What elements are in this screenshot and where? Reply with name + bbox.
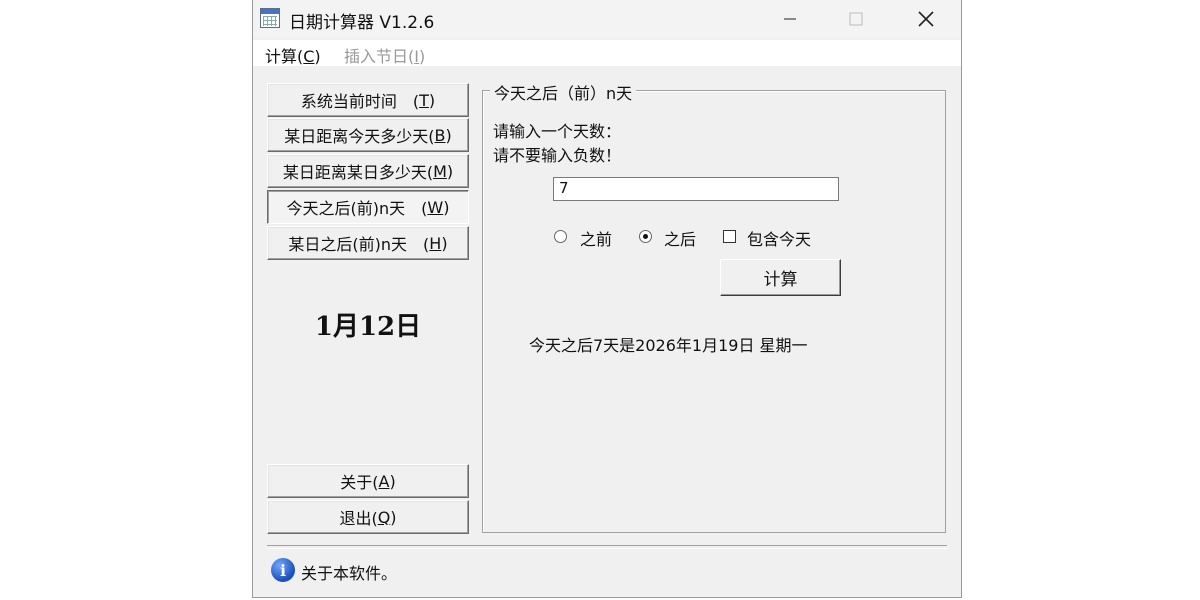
close-button[interactable] xyxy=(901,0,951,38)
nav-days-between-dates-button[interactable]: 某日距离某日多少天(M) xyxy=(267,154,469,188)
window-title: 日期计算器 V1.2.6 xyxy=(289,13,435,33)
menu-insert-holiday[interactable]: 插入节日(I) xyxy=(344,43,425,67)
nav-days-to-today-button[interactable]: 某日距离今天多少天(B) xyxy=(267,118,469,152)
menu-bar: 计算(C) 插入节日(I) xyxy=(253,40,961,66)
minimize-button[interactable] xyxy=(765,0,815,38)
maximize-button[interactable] xyxy=(831,0,881,38)
radio-before[interactable] xyxy=(554,230,567,243)
include-today-checkbox[interactable] xyxy=(723,230,736,243)
title-bar: 日期计算器 V1.2.6 xyxy=(253,0,961,38)
prompt-no-negative: 请不要输入负数！ xyxy=(493,146,622,165)
menu-calculate[interactable]: 计算(C) xyxy=(265,43,321,67)
close-icon xyxy=(918,11,934,27)
about-button[interactable]: 关于(A) xyxy=(267,464,469,498)
result-text: 今天之后7天是2026年1月19日 星期一 xyxy=(529,336,808,355)
radio-after-label: 之后 xyxy=(664,230,697,249)
prompt-enter-days: 请输入一个天数： xyxy=(493,122,622,141)
include-today-label: 包含今天 xyxy=(747,230,812,249)
app-window: 日期计算器 V1.2.6 计算(C) 插入节日(I) 系统当前时间 (T) 某日… xyxy=(252,0,962,598)
status-separator xyxy=(267,545,947,549)
today-date-display: 1月12日 xyxy=(314,312,422,342)
days-input[interactable]: 7 xyxy=(553,177,839,201)
radio-before-label: 之前 xyxy=(580,230,613,249)
groupbox-title: 今天之后（前）n天 xyxy=(490,80,637,104)
minimize-icon xyxy=(784,18,796,20)
maximize-icon xyxy=(849,12,863,26)
calendar-app-icon xyxy=(260,8,280,28)
nav-today-plus-n-days-button[interactable]: 今天之后(前)n天 (W) xyxy=(267,190,469,224)
exit-button[interactable]: 退出(Q) xyxy=(267,500,469,534)
calculate-button[interactable]: 计算 xyxy=(720,259,841,296)
status-text: 关于本软件。 xyxy=(301,564,398,583)
nav-current-time-button[interactable]: 系统当前时间 (T) xyxy=(267,83,469,117)
nav-date-plus-n-days-button[interactable]: 某日之后(前)n天 (H) xyxy=(267,226,469,260)
radio-after[interactable] xyxy=(639,230,652,243)
info-icon: i xyxy=(271,558,295,582)
